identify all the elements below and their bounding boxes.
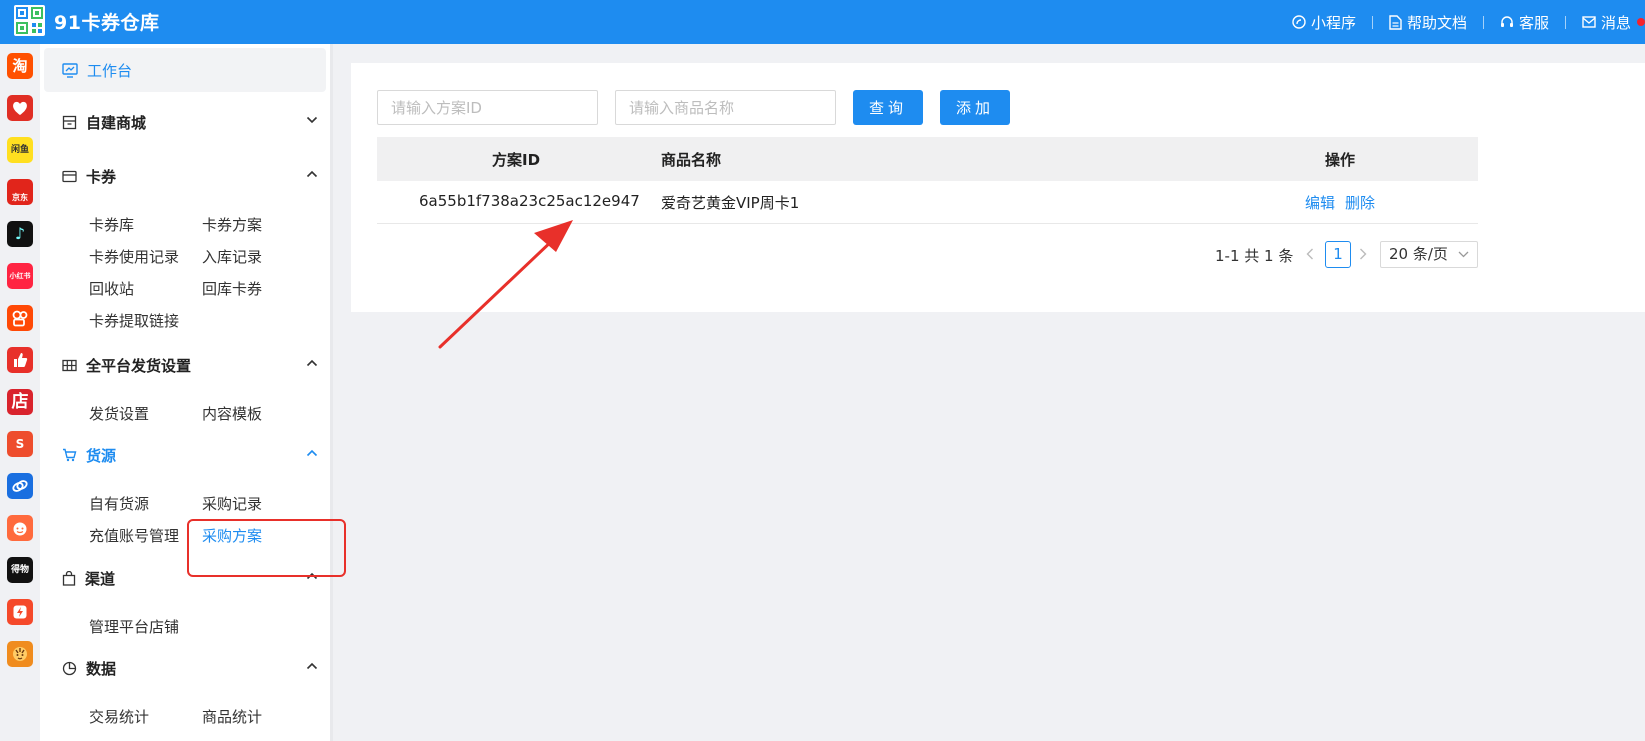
column-header-plan-id: 方案ID — [492, 151, 541, 169]
sidebar-item-card-library[interactable]: 卡券库 — [89, 214, 134, 235]
sidebar-group-self-mall[interactable]: 自建商城 — [62, 111, 318, 133]
document-icon — [1389, 14, 1402, 30]
xiaohongshu-icon[interactable]: 小红书 — [7, 263, 33, 289]
card-icon — [62, 170, 77, 182]
sidebar: 工作台 自建商城 卡券 卡券库 卡券方案 卡券使用记录 入库记录 回收站 回库卡… — [40, 44, 330, 741]
headset-icon — [1500, 16, 1513, 27]
kuaishou-icon[interactable] — [7, 305, 33, 331]
table-row: 6a55b1f738a23c25ac12e947 爱奇艺黄金VIP周卡1 编辑 … — [377, 181, 1478, 224]
pagination-summary: 1-1 共 1 条 — [1215, 247, 1294, 265]
sidebar-group-supply[interactable]: 货源 — [62, 444, 318, 466]
sidebar-group-data[interactable]: 数据 — [62, 657, 318, 679]
chevron-down-icon — [1458, 251, 1469, 258]
sidebar-item-card-plan[interactable]: 卡券方案 — [202, 214, 262, 235]
xianyu-icon[interactable]: 闲鱼 — [7, 137, 33, 163]
chevron-down-icon — [306, 116, 318, 124]
nav-help-docs-label: 帮助文档 — [1406, 13, 1467, 32]
cart-icon — [63, 448, 77, 462]
sidebar-item-manage-stores[interactable]: 管理平台店铺 — [89, 616, 179, 637]
face-app-icon[interactable] — [7, 515, 33, 541]
tiger-app-icon[interactable] — [7, 641, 33, 667]
cell-plan-id: 6a55b1f738a23c25ac12e947 — [419, 192, 640, 210]
mini-program-icon — [1292, 15, 1306, 29]
chevron-up-icon — [306, 170, 318, 178]
chevron-up-icon — [306, 662, 318, 670]
sidebar-item-content-template[interactable]: 内容模板 — [202, 403, 262, 424]
brand-title: 91卡券仓库 — [54, 12, 160, 34]
cell-product-name: 爱奇艺黄金VIP周卡1 — [661, 194, 800, 212]
notification-dot — [1637, 17, 1645, 26]
sidebar-group-label: 自建商城 — [86, 113, 147, 132]
thumbs-up-icon[interactable] — [7, 347, 33, 373]
app-logo-icon[interactable] — [14, 5, 45, 36]
top-header: 91卡券仓库 小程序 帮助文档 客服 消息 — [0, 0, 1645, 44]
delete-link[interactable]: 删除 — [1345, 192, 1375, 213]
column-header-product-name: 商品名称 — [661, 151, 722, 169]
nav-customer-service-label: 客服 — [1518, 13, 1549, 32]
chevron-right-icon[interactable] — [1359, 248, 1367, 260]
bolt-app-icon[interactable] — [7, 599, 33, 625]
sidebar-item-shipping-settings[interactable]: 发货设置 — [89, 403, 149, 424]
chevron-left-icon[interactable] — [1306, 248, 1314, 260]
sidebar-divider — [330, 44, 333, 741]
nav-messages[interactable]: 消息 — [1566, 12, 1645, 33]
pinduoduo-icon[interactable] — [7, 95, 33, 121]
sidebar-item-product-stats[interactable]: 商品统计 — [202, 706, 262, 727]
sidebar-item-returned-cards[interactable]: 回库卡券 — [202, 278, 262, 299]
monitor-icon — [62, 62, 78, 78]
sidebar-group-cards[interactable]: 卡券 — [62, 165, 318, 187]
sidebar-item-label: 工作台 — [87, 61, 133, 80]
chevron-up-icon — [306, 359, 318, 367]
nav-customer-service[interactable]: 客服 — [1484, 12, 1565, 33]
sidebar-group-label: 渠道 — [85, 569, 116, 588]
chevron-up-icon — [306, 449, 318, 457]
sidebar-group-label: 卡券 — [86, 167, 117, 186]
nav-messages-label: 消息 — [1600, 13, 1631, 32]
sidebar-item-trade-stats[interactable]: 交易统计 — [89, 706, 149, 727]
sidebar-group-shipping-settings[interactable]: 全平台发货设置 — [62, 354, 318, 376]
edit-link[interactable]: 编辑 — [1305, 192, 1335, 213]
pie-chart-icon — [62, 661, 77, 675]
store-icon[interactable]: 店 — [7, 389, 33, 415]
nav-mini-program[interactable]: 小程序 — [1276, 12, 1372, 33]
query-button[interactable]: 查询 — [853, 90, 923, 125]
sidebar-group-label: 全平台发货设置 — [86, 356, 192, 375]
douyin-icon[interactable]: ♪ — [7, 221, 33, 247]
shop-icon — [62, 115, 77, 129]
sidebar-item-recycle-bin[interactable]: 回收站 — [89, 278, 134, 299]
nav-mini-program-label: 小程序 — [1310, 13, 1356, 32]
sidebar-group-label: 货源 — [86, 446, 117, 465]
sidebar-item-card-extract-link[interactable]: 卡券提取链接 — [89, 310, 179, 331]
sidebar-group-label: 数据 — [86, 659, 117, 678]
plan-id-input[interactable] — [377, 90, 598, 125]
taobao-icon[interactable]: 淘 — [7, 53, 33, 79]
grid-icon — [62, 359, 77, 371]
page-number-current[interactable]: 1 — [1325, 241, 1351, 268]
shopee-icon[interactable]: S — [7, 431, 33, 457]
sidebar-item-inbound-records[interactable]: 入库记录 — [202, 246, 262, 267]
highlight-box — [187, 519, 346, 577]
bag-icon — [62, 570, 76, 586]
page-size-value: 20 条/页 — [1389, 245, 1448, 263]
nav-help-docs[interactable]: 帮助文档 — [1373, 12, 1483, 33]
sidebar-item-recharge-account[interactable]: 充值账号管理 — [89, 525, 179, 546]
table-header: 方案ID 商品名称 操作 — [377, 137, 1478, 181]
top-nav: 小程序 帮助文档 客服 消息 — [1276, 0, 1645, 44]
dewu-icon[interactable]: 得物 — [7, 557, 33, 583]
column-header-actions: 操作 — [1325, 151, 1356, 169]
sidebar-item-own-supply[interactable]: 自有货源 — [89, 493, 149, 514]
jd-icon[interactable]: 京东 — [7, 179, 33, 205]
sidebar-item-card-usage-records[interactable]: 卡券使用记录 — [89, 246, 179, 267]
link-app-icon[interactable] — [7, 473, 33, 499]
add-button[interactable]: 添加 — [940, 90, 1010, 125]
product-name-input[interactable] — [615, 90, 836, 125]
mail-icon — [1582, 16, 1596, 28]
sidebar-item-purchase-records[interactable]: 采购记录 — [202, 493, 262, 514]
page-size-select[interactable]: 20 条/页 — [1380, 241, 1478, 268]
sidebar-item-workbench[interactable]: 工作台 — [44, 48, 326, 92]
platform-rail: 淘 闲鱼 京东 ♪ 小红书 店 S 得物 — [0, 44, 40, 741]
